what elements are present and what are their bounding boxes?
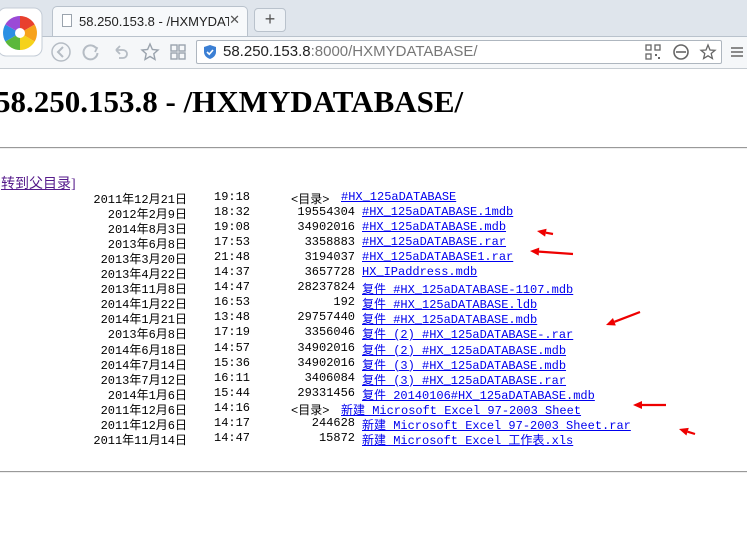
tab-close-icon[interactable]: ✕	[229, 12, 240, 28]
url-path: :8000/HXMYDATABASE/	[310, 43, 478, 60]
red-arrow-icon	[530, 247, 574, 256]
navigation-bar: 58.250.153.8:8000/HXMYDATABASE/	[0, 37, 747, 69]
annotation-arrows	[530, 228, 696, 436]
bookmark-star-icon[interactable]	[699, 43, 717, 61]
red-arrow-icon	[679, 427, 696, 436]
browser-tab[interactable]: 58.250.153.8 - /HXMYDAT ✕	[52, 6, 248, 36]
red-arrow-icon	[537, 228, 554, 237]
red-arrow-icon	[633, 401, 666, 409]
url-text[interactable]: 58.250.153.8:8000/HXMYDATABASE/	[223, 43, 478, 60]
address-bar[interactable]: 58.250.153.8:8000/HXMYDATABASE/	[196, 40, 722, 64]
page-icon	[62, 14, 72, 27]
new-tab-button[interactable]: +	[254, 8, 286, 32]
back-icon[interactable]	[50, 41, 72, 63]
undo-close-icon[interactable]	[110, 41, 132, 63]
url-host: 58.250.153.8	[223, 43, 311, 60]
browser-logo-icon[interactable]	[0, 6, 44, 58]
page-content: 58.250.153.8 - /HXMYDATABASE/ 转到父目录] 201…	[0, 69, 747, 551]
qr-code-icon[interactable]	[644, 43, 662, 61]
ie-compat-icon[interactable]	[672, 43, 690, 61]
apps-grid-icon[interactable]	[167, 41, 189, 63]
refresh-icon[interactable]	[80, 41, 102, 63]
security-shield-icon[interactable]	[202, 44, 218, 60]
address-bar-actions	[639, 43, 717, 61]
red-arrow-icon	[606, 310, 641, 326]
favorite-star-icon[interactable]	[139, 41, 161, 63]
tab-strip: 58.250.153.8 - /HXMYDAT ✕ +	[0, 0, 747, 57]
tab-title: 58.250.153.8 - /HXMYDAT	[79, 14, 229, 29]
menu-icon[interactable]	[727, 41, 747, 63]
